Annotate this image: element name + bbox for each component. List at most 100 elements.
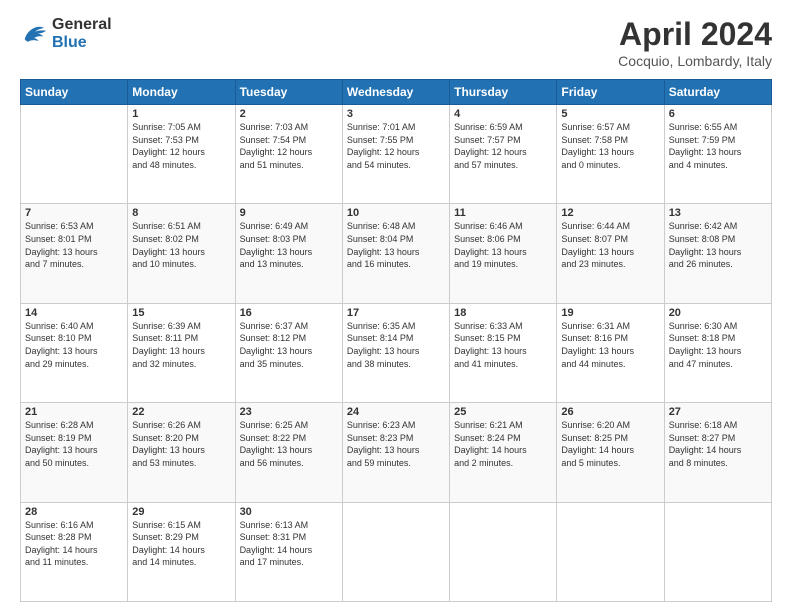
day-info: Sunrise: 6:20 AM Sunset: 8:25 PM Dayligh… [561,419,659,469]
weekday-header: Monday [128,80,235,105]
day-info: Sunrise: 6:48 AM Sunset: 8:04 PM Dayligh… [347,220,445,270]
day-info: Sunrise: 6:33 AM Sunset: 8:15 PM Dayligh… [454,320,552,370]
calendar-header-row: SundayMondayTuesdayWednesdayThursdayFrid… [21,80,772,105]
calendar-cell: 16Sunrise: 6:37 AM Sunset: 8:12 PM Dayli… [235,303,342,402]
day-info: Sunrise: 6:46 AM Sunset: 8:06 PM Dayligh… [454,220,552,270]
day-number: 21 [25,406,123,418]
day-info: Sunrise: 6:53 AM Sunset: 8:01 PM Dayligh… [25,220,123,270]
calendar-cell [342,502,449,601]
calendar-cell: 19Sunrise: 6:31 AM Sunset: 8:16 PM Dayli… [557,303,664,402]
day-info: Sunrise: 6:28 AM Sunset: 8:19 PM Dayligh… [25,419,123,469]
calendar-cell: 7Sunrise: 6:53 AM Sunset: 8:01 PM Daylig… [21,204,128,303]
day-info: Sunrise: 6:59 AM Sunset: 7:57 PM Dayligh… [454,121,552,171]
day-info: Sunrise: 6:42 AM Sunset: 8:08 PM Dayligh… [669,220,767,270]
day-info: Sunrise: 6:21 AM Sunset: 8:24 PM Dayligh… [454,419,552,469]
day-number: 2 [240,108,338,120]
weekday-header: Wednesday [342,80,449,105]
location: Cocquio, Lombardy, Italy [618,53,772,69]
calendar-cell: 1Sunrise: 7:05 AM Sunset: 7:53 PM Daylig… [128,105,235,204]
calendar-cell: 10Sunrise: 6:48 AM Sunset: 8:04 PM Dayli… [342,204,449,303]
day-info: Sunrise: 6:35 AM Sunset: 8:14 PM Dayligh… [347,320,445,370]
day-info: Sunrise: 6:26 AM Sunset: 8:20 PM Dayligh… [132,419,230,469]
calendar-cell: 6Sunrise: 6:55 AM Sunset: 7:59 PM Daylig… [664,105,771,204]
calendar-cell: 20Sunrise: 6:30 AM Sunset: 8:18 PM Dayli… [664,303,771,402]
header: General Blue April 2024 Cocquio, Lombard… [20,16,772,69]
day-number: 3 [347,108,445,120]
day-info: Sunrise: 6:49 AM Sunset: 8:03 PM Dayligh… [240,220,338,270]
logo-bird-icon [20,22,48,46]
calendar-week-row: 1Sunrise: 7:05 AM Sunset: 7:53 PM Daylig… [21,105,772,204]
day-info: Sunrise: 6:31 AM Sunset: 8:16 PM Dayligh… [561,320,659,370]
calendar-cell: 27Sunrise: 6:18 AM Sunset: 8:27 PM Dayli… [664,403,771,502]
day-number: 13 [669,207,767,219]
day-number: 23 [240,406,338,418]
day-number: 29 [132,506,230,518]
calendar-cell [21,105,128,204]
calendar-cell: 26Sunrise: 6:20 AM Sunset: 8:25 PM Dayli… [557,403,664,502]
day-info: Sunrise: 6:23 AM Sunset: 8:23 PM Dayligh… [347,419,445,469]
calendar-cell: 24Sunrise: 6:23 AM Sunset: 8:23 PM Dayli… [342,403,449,502]
weekday-header: Friday [557,80,664,105]
day-number: 5 [561,108,659,120]
calendar-week-row: 21Sunrise: 6:28 AM Sunset: 8:19 PM Dayli… [21,403,772,502]
day-number: 18 [454,307,552,319]
day-number: 24 [347,406,445,418]
day-number: 9 [240,207,338,219]
weekday-header: Tuesday [235,80,342,105]
calendar-cell: 21Sunrise: 6:28 AM Sunset: 8:19 PM Dayli… [21,403,128,502]
day-number: 28 [25,506,123,518]
day-info: Sunrise: 6:16 AM Sunset: 8:28 PM Dayligh… [25,519,123,569]
page: General Blue April 2024 Cocquio, Lombard… [0,0,792,612]
logo-blue: Blue [52,34,87,51]
weekday-header: Thursday [450,80,557,105]
day-number: 22 [132,406,230,418]
calendar-cell: 29Sunrise: 6:15 AM Sunset: 8:29 PM Dayli… [128,502,235,601]
day-info: Sunrise: 6:44 AM Sunset: 8:07 PM Dayligh… [561,220,659,270]
day-number: 10 [347,207,445,219]
day-info: Sunrise: 6:37 AM Sunset: 8:12 PM Dayligh… [240,320,338,370]
calendar-cell: 5Sunrise: 6:57 AM Sunset: 7:58 PM Daylig… [557,105,664,204]
calendar-cell [664,502,771,601]
calendar-week-row: 28Sunrise: 6:16 AM Sunset: 8:28 PM Dayli… [21,502,772,601]
logo-general: General [52,16,112,33]
calendar-cell: 2Sunrise: 7:03 AM Sunset: 7:54 PM Daylig… [235,105,342,204]
calendar-cell: 23Sunrise: 6:25 AM Sunset: 8:22 PM Dayli… [235,403,342,502]
weekday-header: Sunday [21,80,128,105]
day-number: 14 [25,307,123,319]
day-number: 12 [561,207,659,219]
day-info: Sunrise: 6:30 AM Sunset: 8:18 PM Dayligh… [669,320,767,370]
calendar-cell: 30Sunrise: 6:13 AM Sunset: 8:31 PM Dayli… [235,502,342,601]
day-info: Sunrise: 7:01 AM Sunset: 7:55 PM Dayligh… [347,121,445,171]
calendar-cell: 12Sunrise: 6:44 AM Sunset: 8:07 PM Dayli… [557,204,664,303]
day-info: Sunrise: 6:39 AM Sunset: 8:11 PM Dayligh… [132,320,230,370]
calendar-week-row: 7Sunrise: 6:53 AM Sunset: 8:01 PM Daylig… [21,204,772,303]
day-info: Sunrise: 6:13 AM Sunset: 8:31 PM Dayligh… [240,519,338,569]
day-number: 30 [240,506,338,518]
day-number: 20 [669,307,767,319]
calendar-cell: 13Sunrise: 6:42 AM Sunset: 8:08 PM Dayli… [664,204,771,303]
day-number: 11 [454,207,552,219]
day-number: 26 [561,406,659,418]
day-info: Sunrise: 6:57 AM Sunset: 7:58 PM Dayligh… [561,121,659,171]
day-number: 27 [669,406,767,418]
calendar-cell: 25Sunrise: 6:21 AM Sunset: 8:24 PM Dayli… [450,403,557,502]
calendar: SundayMondayTuesdayWednesdayThursdayFrid… [20,79,772,602]
day-info: Sunrise: 6:25 AM Sunset: 8:22 PM Dayligh… [240,419,338,469]
calendar-cell: 9Sunrise: 6:49 AM Sunset: 8:03 PM Daylig… [235,204,342,303]
logo-text: General Blue [52,16,112,51]
calendar-cell: 28Sunrise: 6:16 AM Sunset: 8:28 PM Dayli… [21,502,128,601]
calendar-cell: 17Sunrise: 6:35 AM Sunset: 8:14 PM Dayli… [342,303,449,402]
calendar-cell [450,502,557,601]
calendar-cell: 11Sunrise: 6:46 AM Sunset: 8:06 PM Dayli… [450,204,557,303]
day-number: 19 [561,307,659,319]
day-info: Sunrise: 7:03 AM Sunset: 7:54 PM Dayligh… [240,121,338,171]
calendar-cell: 15Sunrise: 6:39 AM Sunset: 8:11 PM Dayli… [128,303,235,402]
calendar-cell [557,502,664,601]
day-number: 1 [132,108,230,120]
day-number: 17 [347,307,445,319]
logo: General Blue [20,16,112,51]
weekday-header: Saturday [664,80,771,105]
day-info: Sunrise: 6:55 AM Sunset: 7:59 PM Dayligh… [669,121,767,171]
day-number: 16 [240,307,338,319]
calendar-week-row: 14Sunrise: 6:40 AM Sunset: 8:10 PM Dayli… [21,303,772,402]
